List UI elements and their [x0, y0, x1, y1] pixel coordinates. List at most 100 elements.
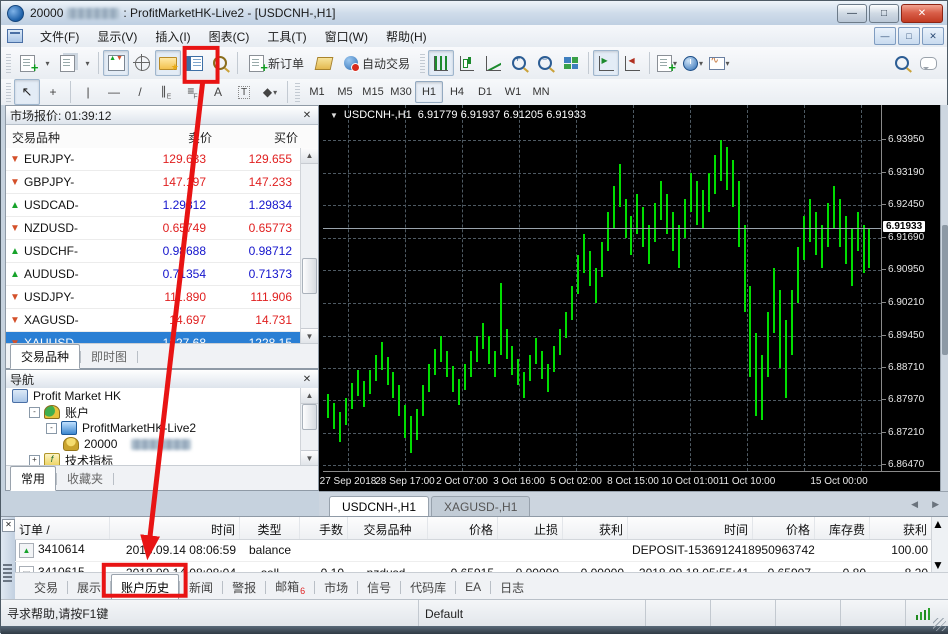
- market-watch-row[interactable]: ▲AUDUSD-0.713540.71373: [6, 263, 301, 286]
- terminal-close-icon[interactable]: ✕: [2, 519, 15, 532]
- terminal-column-header[interactable]: 类型: [240, 517, 300, 539]
- zoom-out-button[interactable]: −: [532, 50, 558, 76]
- tab-alerts[interactable]: 警报: [223, 575, 265, 600]
- tab-mailbox[interactable]: 邮箱6: [266, 574, 314, 600]
- timeframe-button-mn[interactable]: MN: [527, 81, 555, 103]
- menu-item[interactable]: 窗口(W): [316, 26, 377, 47]
- minimize-button[interactable]: —: [837, 4, 867, 23]
- new-chart-button[interactable]: +: [14, 50, 40, 76]
- scroll-thumb[interactable]: [942, 225, 948, 355]
- tree-expander-icon[interactable]: -: [46, 423, 57, 434]
- timeframe-button-w1[interactable]: W1: [499, 81, 527, 103]
- mdi-restore-button[interactable]: □: [898, 27, 920, 45]
- scroll-thumb[interactable]: [302, 258, 317, 294]
- terminal-grip[interactable]: [3, 564, 12, 582]
- tree-node[interactable]: -ProfitMarketHK-Live2: [6, 420, 301, 436]
- tab-trade[interactable]: 交易: [25, 575, 67, 600]
- bar-chart-button[interactable]: [428, 50, 454, 76]
- market-watch-row[interactable]: ▲USDCHF-0.986880.98712: [6, 240, 301, 263]
- navigator-close-icon[interactable]: ✕: [300, 374, 314, 385]
- chart-plot-area[interactable]: ▼ USDCNH-,H1 6.91779 6.91937 6.91205 6.9…: [323, 105, 882, 471]
- tab-exposure[interactable]: 展示: [68, 575, 110, 600]
- navigator-toggle-button[interactable]: [155, 50, 181, 76]
- terminal-column-header[interactable]: 交易品种: [348, 517, 428, 539]
- scroll-up-icon[interactable]: ▲: [932, 517, 948, 531]
- toolbar-grip[interactable]: [6, 53, 11, 73]
- new-chart-dropdown[interactable]: ▾: [40, 50, 54, 76]
- column-symbol[interactable]: 交易品种: [6, 129, 112, 146]
- strategy-tester-button[interactable]: [207, 50, 233, 76]
- tab-tick-chart[interactable]: 即时图: [81, 345, 137, 368]
- price-axis[interactable]: 6.939506.931906.924506.916906.909506.902…: [882, 105, 941, 471]
- chart-right-scrollbar[interactable]: [940, 105, 948, 491]
- timeframe-button-h1[interactable]: H1: [415, 81, 443, 103]
- text-label-button[interactable]: T: [231, 79, 257, 105]
- terminal-row[interactable]: ▲34106142018.09.14 08:06:59balanceDEPOSI…: [15, 539, 932, 562]
- chart-window-icon[interactable]: [7, 29, 23, 43]
- profiles-dropdown[interactable]: ▾: [80, 50, 94, 76]
- crosshair-tool-button[interactable]: +: [40, 79, 66, 105]
- scroll-down-icon[interactable]: ▼: [301, 328, 318, 344]
- fibonacci-button[interactable]: ≡F: [179, 79, 205, 105]
- tab-common[interactable]: 常用: [10, 466, 56, 491]
- autotrading-button[interactable]: 自动交易: [337, 50, 417, 76]
- tree-node[interactable]: Profit Market HK: [6, 388, 301, 404]
- tab-account-history[interactable]: 账户历史: [111, 574, 179, 601]
- terminal-column-header[interactable]: 时间: [110, 517, 240, 539]
- timeframe-button-m30[interactable]: M30: [387, 81, 415, 103]
- market-watch-row[interactable]: ▼NZDUSD-0.657490.65773: [6, 217, 301, 240]
- candlestick-chart-button[interactable]: [454, 50, 480, 76]
- terminal-toggle-button[interactable]: [181, 50, 207, 76]
- status-profile[interactable]: Default: [419, 600, 646, 627]
- terminal-row[interactable]: ▤34106152018.09.14 08:08:04sell0.10nzdus…: [15, 562, 932, 572]
- market-watch-scrollbar[interactable]: ▲ ▼: [300, 148, 318, 344]
- terminal-column-header[interactable]: 止损: [498, 517, 563, 539]
- terminal-column-header[interactable]: 价格: [753, 517, 815, 539]
- chart-shift-button[interactable]: [619, 50, 645, 76]
- search-button[interactable]: [889, 50, 915, 76]
- tab-symbols[interactable]: 交易品种: [10, 344, 80, 369]
- scroll-thumb[interactable]: [302, 404, 317, 430]
- menu-item[interactable]: 插入(I): [146, 26, 199, 47]
- terminal-column-header[interactable]: 获利: [870, 517, 932, 539]
- scroll-up-icon[interactable]: ▲: [301, 388, 318, 404]
- data-window-button[interactable]: [129, 50, 155, 76]
- tree-expander-icon[interactable]: +: [29, 455, 40, 466]
- new-order-button[interactable]: +新订单: [242, 50, 311, 76]
- navigator-scrollbar[interactable]: ▲ ▼: [300, 388, 318, 466]
- menu-item[interactable]: 图表(C): [200, 26, 259, 47]
- menu-item[interactable]: 帮助(H): [377, 26, 436, 47]
- terminal-column-header[interactable]: 手数: [300, 517, 348, 539]
- timeframe-button-m15[interactable]: M15: [359, 81, 387, 103]
- tab-ea[interactable]: EA: [456, 576, 490, 598]
- line-chart-button[interactable]: [480, 50, 506, 76]
- timeframe-button-m5[interactable]: M5: [331, 81, 359, 103]
- market-watch-row[interactable]: ▲USDCAD-1.298121.29834: [6, 194, 301, 217]
- tree-node[interactable]: +f技术指标: [6, 452, 301, 466]
- periods-button[interactable]: ▾: [680, 50, 706, 76]
- templates-button[interactable]: ▾: [706, 50, 732, 76]
- toolbar-grip[interactable]: [420, 53, 425, 73]
- toolbar-grip[interactable]: [6, 82, 11, 102]
- menu-item[interactable]: 显示(V): [88, 26, 146, 47]
- column-bid[interactable]: 卖价: [112, 129, 212, 146]
- arrows-tool-button[interactable]: ◆▾: [257, 79, 283, 105]
- tab-code-base[interactable]: 代码库: [401, 575, 455, 600]
- cursor-tool-button[interactable]: ↖: [14, 79, 40, 105]
- tree-node[interactable]: 20000: [6, 436, 301, 452]
- scroll-left-icon[interactable]: ◀: [911, 499, 918, 510]
- mdi-minimize-button[interactable]: —: [874, 27, 896, 45]
- terminal-column-header[interactable]: 价格: [428, 517, 498, 539]
- tab-journal[interactable]: 日志: [491, 575, 533, 600]
- menu-item[interactable]: 文件(F): [31, 26, 88, 47]
- channel-button[interactable]: ∥E: [153, 79, 179, 105]
- timeframe-button-d1[interactable]: D1: [471, 81, 499, 103]
- chat-button[interactable]: [915, 50, 941, 76]
- text-tool-button[interactable]: A: [205, 79, 231, 105]
- tab-news[interactable]: 新闻: [180, 575, 222, 600]
- tree-expander-icon[interactable]: -: [29, 407, 40, 418]
- menu-item[interactable]: 工具(T): [258, 26, 315, 47]
- terminal-column-header[interactable]: 获利: [563, 517, 628, 539]
- column-ask[interactable]: 买价: [212, 129, 302, 146]
- metaeditor-button[interactable]: [311, 50, 337, 76]
